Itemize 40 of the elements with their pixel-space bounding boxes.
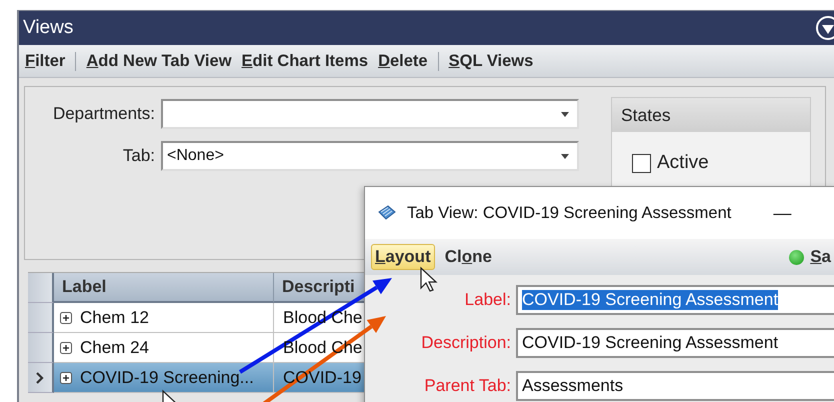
minimize-button[interactable]: — [773, 202, 792, 224]
caret-icon [561, 112, 569, 116]
window-title: Views [23, 17, 74, 39]
column-header[interactable]: Label [54, 273, 274, 303]
field-label: Label: [464, 290, 511, 310]
table-cell[interactable]: Chem 12 [54, 303, 274, 333]
text-field[interactable]: COVID-19 Screening Assessment [516, 285, 834, 315]
save-button[interactable]: Sa [810, 247, 831, 267]
panel-header: States [612, 98, 810, 132]
combo-box[interactable] [161, 99, 579, 129]
text-field[interactable]: COVID-19 Screening Assessment [516, 328, 834, 358]
toolbar-button[interactable]: Clone [440, 244, 496, 270]
expand-icon[interactable] [60, 312, 72, 324]
checkbox[interactable] [632, 154, 651, 172]
table-cell[interactable]: COVID-19 Screening... [54, 363, 274, 393]
combo-box[interactable]: <None> [161, 141, 579, 171]
field-label: Parent Tab: [423, 376, 511, 396]
toolbar-button[interactable]: Layout [371, 244, 435, 270]
dialog-title: Tab View: COVID-19 Screening Assessment [407, 204, 732, 222]
text-field[interactable]: Assessments [516, 371, 834, 401]
expand-icon[interactable] [60, 342, 72, 354]
expand-icon[interactable] [60, 372, 72, 384]
row-header[interactable] [28, 363, 54, 393]
toolbar-item[interactable]: Add New Tab View [86, 52, 232, 70]
app-icon [377, 204, 397, 222]
status-dot-icon [789, 250, 804, 264]
row-header [28, 273, 54, 303]
dropdown-icon[interactable] [815, 15, 834, 41]
toolbar-item[interactable]: Filter [25, 52, 66, 70]
field-label: Departments: [52, 104, 155, 124]
checkbox-label: Active [657, 152, 709, 174]
table-cell[interactable]: Chem 24 [54, 333, 274, 363]
field-label: Description: [420, 333, 511, 353]
caret-icon [561, 154, 569, 158]
toolbar-item[interactable]: Edit Chart Items [242, 52, 368, 70]
field-label: Tab: [122, 146, 155, 166]
toolbar-item[interactable]: Delete [378, 52, 428, 70]
chevron-icon [36, 372, 44, 384]
toolbar-item[interactable]: SQL Views [448, 52, 534, 70]
pointer-icon [420, 266, 438, 292]
